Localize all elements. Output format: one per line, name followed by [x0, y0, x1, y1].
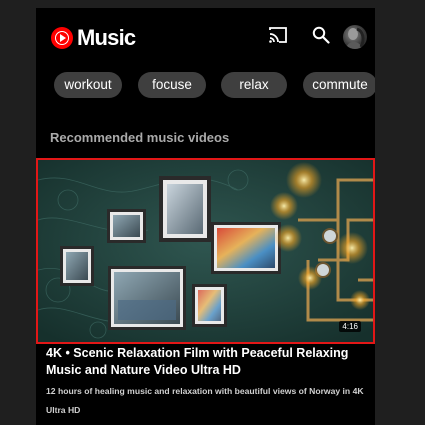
- avatar[interactable]: [343, 25, 367, 49]
- section-title: Recommended music videos: [50, 130, 230, 145]
- app-header: Music: [36, 8, 375, 66]
- video-title[interactable]: 4K • Scenic Relaxation Film with Peacefu…: [46, 345, 368, 379]
- music-logo[interactable]: Music: [51, 25, 136, 51]
- category-chips: workout focuse relax commute: [36, 72, 375, 100]
- video-description: 12 hours of healing music and relaxation…: [46, 386, 364, 415]
- video-thumbnail[interactable]: 4:16: [36, 158, 375, 344]
- chip-focuse[interactable]: focuse: [138, 72, 206, 98]
- chip-workout[interactable]: workout: [54, 72, 122, 98]
- chip-relax[interactable]: relax: [221, 72, 287, 98]
- duration-badge: 4:16: [339, 321, 361, 332]
- app-name: Music: [77, 25, 136, 50]
- search-icon[interactable]: [312, 26, 330, 44]
- chip-commute[interactable]: commute: [303, 72, 375, 98]
- music-logo-icon: [51, 27, 73, 49]
- thumbnail-image: [38, 160, 373, 342]
- app-screen: Music workout focuse relax commute Recom…: [36, 8, 375, 425]
- cast-icon[interactable]: [268, 26, 288, 44]
